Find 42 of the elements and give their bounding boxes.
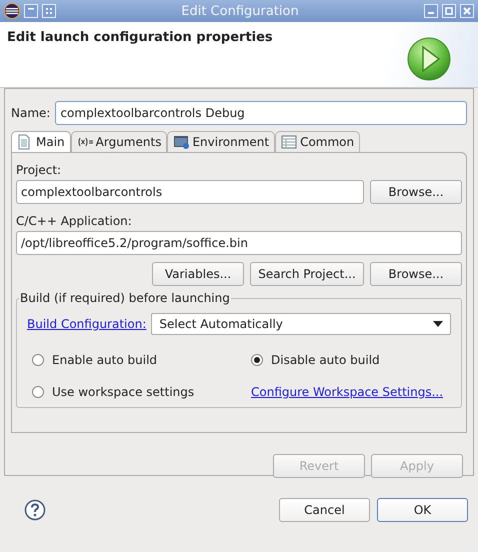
window-title: Edit Configuration xyxy=(181,4,299,18)
radio-button[interactable] xyxy=(251,354,263,366)
minimize-button[interactable] xyxy=(424,4,438,18)
name-field[interactable]: complextoolbarcontrols Debug xyxy=(55,101,467,125)
close-icon xyxy=(462,7,471,15)
cancel-button[interactable]: Cancel xyxy=(279,498,370,522)
browse-button[interactable]: Browse... xyxy=(370,180,462,204)
project-field[interactable]: complextoolbarcontrols xyxy=(16,180,364,204)
search-project-button[interactable]: Search Project... xyxy=(250,262,364,286)
build-configuration-dropdown[interactable]: Select Automatically xyxy=(151,313,451,335)
window-icon xyxy=(173,134,190,150)
radio-button[interactable] xyxy=(32,354,44,366)
shade-button[interactable] xyxy=(42,4,56,18)
play-icon xyxy=(406,36,452,82)
build-configuration-link[interactable]: Build Configuration: xyxy=(27,317,146,331)
radio-option[interactable]: Use workspace settings xyxy=(32,383,251,401)
name-label: Name: xyxy=(11,106,50,120)
tab[interactable]: Common xyxy=(275,131,360,152)
radio-option[interactable]: Enable auto build xyxy=(32,351,251,369)
project-label: Project: xyxy=(16,163,62,177)
group-legend: Build (if required) before launching xyxy=(19,291,231,305)
radio-option[interactable]: Disable auto build xyxy=(251,351,451,369)
dots-icon xyxy=(45,7,53,15)
configure-workspace-link[interactable]: Configure Workspace Settings... xyxy=(251,385,451,399)
variables-button[interactable]: Variables... xyxy=(152,262,244,286)
maximize-button[interactable] xyxy=(442,4,456,18)
dropdown-arrow-icon xyxy=(433,321,443,327)
tab[interactable]: Main xyxy=(11,131,71,152)
tab[interactable]: Environment xyxy=(167,131,276,152)
tab[interactable]: Arguments xyxy=(70,131,168,152)
app-icon xyxy=(4,3,20,19)
application-label: C/C++ Application: xyxy=(16,214,133,228)
dialog-heading: Edit launch configuration properties xyxy=(7,30,273,45)
maximize-icon xyxy=(444,7,453,15)
table-icon xyxy=(281,134,298,150)
ok-button[interactable]: OK xyxy=(377,498,468,522)
minimize-button[interactable] xyxy=(24,4,38,18)
application-field[interactable]: /opt/libreoffice5.2/program/soffice.bin xyxy=(16,231,462,255)
radio-button[interactable] xyxy=(32,386,44,398)
help-icon xyxy=(24,499,46,521)
browse-button[interactable]: Browse... xyxy=(370,262,462,286)
close-button[interactable] xyxy=(460,4,474,18)
